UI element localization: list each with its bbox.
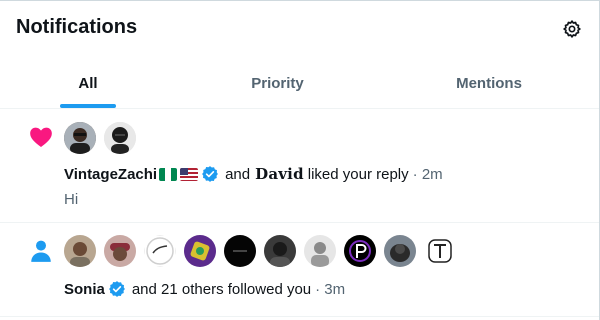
- active-tab-indicator: [60, 104, 116, 108]
- tab-priority[interactable]: Priority: [176, 57, 379, 109]
- avatar[interactable]: [144, 235, 176, 267]
- actor-name[interactable]: VintageZachi: [64, 166, 157, 183]
- tab-all[interactable]: All: [0, 57, 176, 109]
- notification-item[interactable]: Sonia and 21 others followed you · 3m: [0, 223, 599, 317]
- gear-icon: [563, 20, 581, 38]
- usa-flag-icon: [180, 167, 199, 181]
- avatar[interactable]: [384, 235, 416, 267]
- avatar[interactable]: [64, 122, 96, 154]
- avatar[interactable]: [264, 235, 296, 267]
- avatar[interactable]: [304, 235, 336, 267]
- tab-bar: All Priority Mentions: [0, 57, 599, 109]
- avatar[interactable]: [64, 235, 96, 267]
- avatar[interactable]: [104, 235, 136, 267]
- connector-text: and: [225, 165, 251, 183]
- avatar-group: [64, 122, 136, 154]
- actor-name[interactable]: 𝐃𝐚𝐯𝐢𝐝: [255, 165, 304, 183]
- tab-mentions[interactable]: Mentions: [379, 57, 599, 109]
- action-text: and 21 others followed you: [131, 280, 312, 298]
- avatar[interactable]: [224, 235, 256, 267]
- verified-badge-icon: [108, 281, 125, 297]
- header: Notifications: [0, 1, 599, 57]
- settings-button[interactable]: [560, 17, 584, 41]
- action-text: liked your reply: [307, 165, 409, 183]
- notification-text: VintageZachi and 𝐃𝐚𝐯𝐢𝐝 liked your reply …: [64, 165, 443, 183]
- avatar[interactable]: [344, 235, 376, 267]
- avatar[interactable]: [104, 122, 136, 154]
- notifications-panel: Notifications All Priority Mentions Vint…: [0, 0, 600, 320]
- nigeria-flag-icon: [159, 167, 178, 181]
- page-title: Notifications: [16, 16, 138, 38]
- heart-icon: [30, 127, 52, 147]
- person-icon: [31, 240, 51, 262]
- notification-item[interactable]: VintageZachi and 𝐃𝐚𝐯𝐢𝐝 liked your reply …: [0, 110, 599, 223]
- reply-snippet: Hi: [64, 191, 79, 208]
- notification-text: Sonia and 21 others followed you · 3m: [64, 280, 345, 298]
- verified-badge-icon: [202, 166, 218, 182]
- timestamp: · 3m: [315, 280, 346, 298]
- avatar[interactable]: [424, 235, 456, 267]
- avatar[interactable]: [184, 235, 216, 267]
- avatar-group: [64, 235, 456, 267]
- timestamp: · 2m: [412, 165, 443, 183]
- actor-name[interactable]: Sonia: [64, 281, 105, 298]
